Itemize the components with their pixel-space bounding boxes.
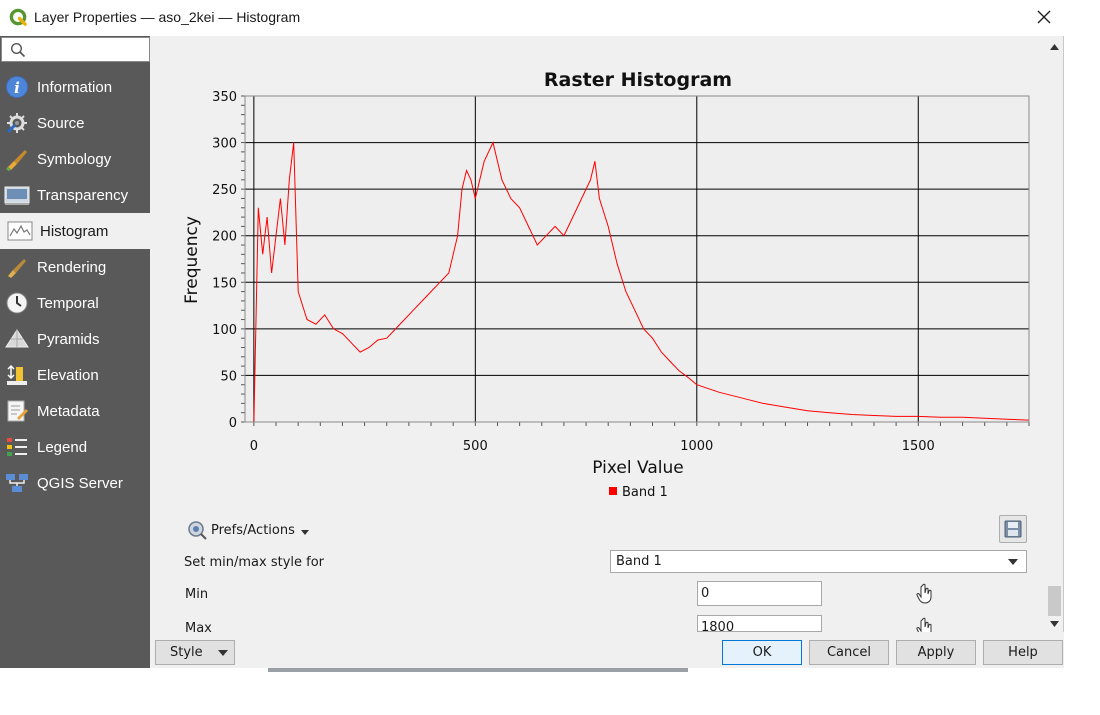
chart-title: Raster Histogram: [544, 69, 732, 91]
pick-min-hand-icon[interactable]: [915, 583, 935, 605]
dialog-button-bar: Style OK Cancel Apply Help: [150, 632, 1064, 668]
sidebar-item-label: Metadata: [37, 402, 100, 420]
sidebar-item-rendering[interactable]: Rendering: [0, 249, 150, 285]
save-histogram-button[interactable]: [999, 515, 1027, 543]
sidebar-item-label: QGIS Server: [37, 474, 123, 492]
histogram-icon: [7, 218, 33, 244]
apply-button[interactable]: Apply: [896, 640, 976, 665]
title-bar: Layer Properties — aso_2kei — Histogram: [0, 0, 1064, 36]
y-tick-label: 350: [212, 90, 237, 105]
sidebar-item-legend[interactable]: Legend: [0, 429, 150, 465]
plot-area: [245, 96, 1029, 422]
sidebar-item-label: Information: [37, 78, 113, 96]
minmax-style-label: Set min/max style for: [184, 555, 325, 570]
x-axis-label: Pixel Value: [592, 458, 683, 478]
y-tick-label: 300: [212, 137, 237, 152]
svg-text:i: i: [14, 79, 20, 97]
sidebar-item-label: Temporal: [37, 294, 99, 312]
prefs-actions-label: Prefs/Actions: [211, 522, 295, 538]
sidebar-item-source[interactable]: Source: [0, 105, 150, 141]
sidebar-item-label: Transparency: [37, 186, 129, 204]
y-tick-label: 150: [212, 276, 237, 291]
vertical-scrollbar[interactable]: [1046, 38, 1063, 632]
pyramids-icon: [4, 326, 30, 352]
x-tick-label: 1500: [902, 439, 935, 454]
histogram-panel: Raster Histogram 0 50 100 150 200 250 300 350 0…: [157, 44, 1045, 632]
settings-search-icon: [188, 521, 207, 540]
chevron-down-icon: [1008, 559, 1018, 565]
x-tick-label: 1000: [680, 439, 713, 454]
chevron-down-icon: [300, 530, 309, 535]
information-icon: i: [4, 74, 30, 100]
background-map-strip: [268, 668, 688, 672]
legend-label: Band 1: [622, 485, 668, 500]
sidebar-item-label: Symbology: [37, 150, 112, 168]
source-icon: [4, 110, 30, 136]
sidebar-item-information[interactable]: i Information: [0, 69, 150, 105]
close-icon: [1037, 10, 1051, 24]
metadata-icon: [4, 398, 30, 424]
sidebar-item-symbology[interactable]: Symbology: [0, 141, 150, 177]
scroll-up-arrow-icon[interactable]: [1046, 38, 1063, 55]
layer-properties-dialog: Layer Properties — aso_2kei — Histogram …: [0, 0, 1064, 668]
symbology-icon: [4, 146, 30, 172]
temporal-icon: [4, 290, 30, 316]
scrollbar-thumb[interactable]: [1048, 586, 1061, 616]
sidebar-item-histogram[interactable]: Histogram: [0, 213, 150, 249]
legend-icon: [4, 434, 30, 460]
cancel-button[interactable]: Cancel: [809, 640, 889, 665]
elevation-icon: [4, 362, 30, 388]
sidebar-item-label: Elevation: [37, 366, 99, 384]
rendering-icon: [4, 254, 30, 280]
x-tick-label: 0: [250, 439, 258, 454]
qgis-logo-icon: [9, 8, 27, 26]
y-axis-label: Frequency: [182, 216, 202, 304]
sidebar-item-qgis-server[interactable]: QGIS Server: [0, 465, 150, 501]
search-input[interactable]: [1, 37, 150, 62]
band-select-dropdown[interactable]: Band 1: [610, 550, 1027, 573]
style-menu-button[interactable]: Style: [155, 640, 235, 665]
y-tick-label: 0: [229, 416, 237, 431]
scroll-down-arrow-icon[interactable]: [1046, 615, 1063, 632]
help-button[interactable]: Help: [983, 640, 1063, 665]
qgis-server-icon: [4, 470, 30, 496]
window-title: Layer Properties — aso_2kei — Histogram: [34, 9, 301, 25]
sidebar-item-label: Rendering: [37, 258, 107, 276]
y-tick-label: 50: [220, 369, 237, 384]
y-tick-label: 100: [212, 323, 237, 338]
chevron-down-icon: [218, 650, 228, 656]
band-select-value: Band 1: [616, 554, 662, 569]
sidebar-item-label: Source: [37, 114, 85, 132]
style-button-label: Style: [170, 645, 203, 660]
y-tick-label: 200: [212, 230, 237, 245]
sidebar-item-temporal[interactable]: Temporal: [0, 285, 150, 321]
pick-max-hand-icon[interactable]: [915, 617, 935, 632]
histogram-chart: Raster Histogram 0 50 100 150 200 250 300 350 0…: [182, 69, 1030, 500]
prefs-actions-button[interactable]: Prefs/Actions: [186, 517, 310, 543]
sidebar: i Information Source Symbology Transpare…: [0, 36, 150, 668]
sidebar-item-metadata[interactable]: Metadata: [0, 393, 150, 429]
transparency-icon: [4, 182, 30, 208]
sidebar-item-transparency[interactable]: Transparency: [0, 177, 150, 213]
close-button[interactable]: [1030, 4, 1058, 30]
sidebar-item-label: Histogram: [40, 222, 109, 240]
save-icon: [1004, 520, 1022, 538]
sidebar-item-pyramids[interactable]: Pyramids: [0, 321, 150, 357]
y-tick-label: 250: [212, 183, 237, 198]
search-icon: [10, 42, 26, 58]
legend-swatch: [609, 487, 617, 495]
min-input[interactable]: 0: [697, 581, 822, 606]
x-tick-label: 500: [463, 439, 488, 454]
sidebar-item-elevation[interactable]: Elevation: [0, 357, 150, 393]
min-label: Min: [185, 587, 209, 602]
sidebar-item-label: Legend: [37, 438, 88, 456]
max-input[interactable]: 1800: [697, 615, 822, 632]
ok-button[interactable]: OK: [722, 640, 802, 665]
sidebar-item-label: Pyramids: [37, 330, 100, 348]
